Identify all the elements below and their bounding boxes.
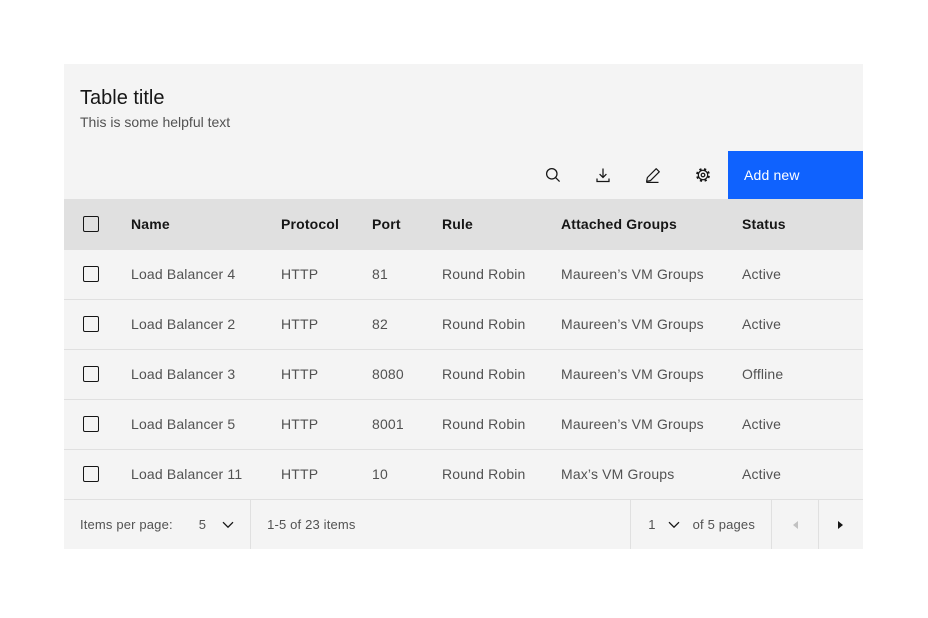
- column-header-port: Port: [356, 199, 426, 249]
- header-row: Name Protocol Port Rule Attached Groups …: [64, 199, 863, 249]
- row-checkbox[interactable]: [83, 266, 99, 282]
- cell-port: 8001: [356, 398, 426, 449]
- cell-protocol: HTTP: [265, 448, 356, 499]
- cell-attached-groups: Maureen’s VM Groups: [545, 398, 726, 449]
- settings-button[interactable]: [678, 151, 728, 199]
- column-header-rule: Rule: [426, 199, 545, 249]
- cell-rule: Round Robin: [426, 348, 545, 399]
- edit-button[interactable]: [628, 151, 678, 199]
- cell-port: 10: [356, 448, 426, 499]
- previous-page-button[interactable]: [771, 500, 818, 549]
- row-checkbox[interactable]: [83, 466, 99, 483]
- table-row: Load Balancer 11 HTTP 10 Round Robin Max…: [64, 448, 863, 499]
- cell-status: Active: [726, 248, 863, 299]
- cell-name: Load Balancer 3: [115, 348, 265, 399]
- cell-protocol: HTTP: [265, 348, 356, 399]
- cell-rule: Round Robin: [426, 448, 545, 499]
- table-row: Load Balancer 5 HTTP 8001 Round Robin Ma…: [64, 398, 863, 449]
- download-icon: [596, 168, 610, 183]
- cell-name: Load Balancer 5: [115, 398, 265, 449]
- pagination-left: Items per page: 5 1-5 of 23 items: [64, 500, 356, 549]
- table-title: Table title: [80, 87, 165, 109]
- column-header-status: Status: [726, 199, 863, 249]
- cell-name: Load Balancer 2: [115, 298, 265, 349]
- cell-status: Offline: [726, 348, 863, 399]
- data-table-card: Table title This is some helpful text Ad…: [64, 64, 863, 549]
- search-icon: [545, 167, 561, 183]
- column-header-attached-groups: Attached Groups: [545, 199, 726, 249]
- cell-attached-groups: Maureen’s VM Groups: [545, 298, 726, 349]
- cell-protocol: HTTP: [265, 398, 356, 449]
- cell-name: Load Balancer 11: [115, 448, 265, 499]
- row-checkbox[interactable]: [83, 366, 99, 382]
- cell-port: 8080: [356, 348, 426, 399]
- cell-rule: Round Robin: [426, 248, 545, 299]
- cell-status: Active: [726, 398, 863, 449]
- items-per-page-label: Items per page:: [80, 517, 173, 532]
- pagination-bar: Items per page: 5 1-5 of 23 items 1 of 5…: [64, 499, 863, 549]
- table-row: Load Balancer 2 HTTP 82 Round Robin Maur…: [64, 298, 863, 349]
- cell-status: Active: [726, 298, 863, 349]
- cell-status: Active: [726, 448, 863, 499]
- cell-protocol: HTTP: [265, 248, 356, 299]
- cell-name: Load Balancer 4: [115, 248, 265, 299]
- column-header-protocol: Protocol: [265, 199, 356, 249]
- cell-attached-groups: Maureen’s VM Groups: [545, 248, 726, 299]
- add-new-button[interactable]: Add new: [728, 151, 863, 199]
- cell-port: 81: [356, 248, 426, 299]
- cell-protocol: HTTP: [265, 298, 356, 349]
- current-page-value: 1: [648, 517, 656, 532]
- table-toolbar: Add new: [64, 151, 863, 199]
- cell-attached-groups: Maureen’s VM Groups: [545, 348, 726, 399]
- caret-left-icon: [793, 520, 798, 529]
- next-page-button[interactable]: [818, 500, 863, 549]
- table-body: Load Balancer 4 HTTP 81 Round Robin Maur…: [64, 248, 863, 499]
- select-all-checkbox[interactable]: [83, 215, 99, 232]
- table-description: This is some helpful text: [80, 114, 231, 130]
- search-button[interactable]: [528, 151, 578, 199]
- row-checkbox[interactable]: [83, 316, 99, 332]
- pagination-right: 1 of 5 pages: [630, 500, 863, 549]
- table-header: Name Protocol Port Rule Attached Groups …: [64, 199, 863, 249]
- column-header-name: Name: [115, 199, 265, 249]
- chevron-down-icon: [222, 521, 234, 528]
- edit-icon: [646, 168, 660, 183]
- settings-icon: [696, 168, 710, 182]
- table-row: Load Balancer 3 HTTP 8080 Round Robin Ma…: [64, 348, 863, 399]
- table-row: Load Balancer 4 HTTP 81 Round Robin Maur…: [64, 248, 863, 299]
- caret-right-icon: [838, 520, 843, 529]
- row-checkbox[interactable]: [83, 416, 99, 432]
- page-size-value: 5: [198, 517, 207, 532]
- page-size-select[interactable]: 5: [183, 500, 252, 549]
- data-table: Name Protocol Port Rule Attached Groups …: [64, 199, 863, 499]
- items-range-text: 1-5 of 23 items: [267, 517, 356, 532]
- download-button[interactable]: [578, 151, 628, 199]
- page-number-select[interactable]: 1: [631, 500, 692, 549]
- cell-rule: Round Robin: [426, 398, 545, 449]
- cell-rule: Round Robin: [426, 298, 545, 349]
- chevron-down-icon: [668, 521, 680, 528]
- table-title-block: Table title This is some helpful text: [64, 64, 863, 151]
- cell-attached-groups: Max’s VM Groups: [545, 448, 726, 499]
- total-pages-text: of 5 pages: [692, 517, 755, 532]
- cell-port: 82: [356, 298, 426, 349]
